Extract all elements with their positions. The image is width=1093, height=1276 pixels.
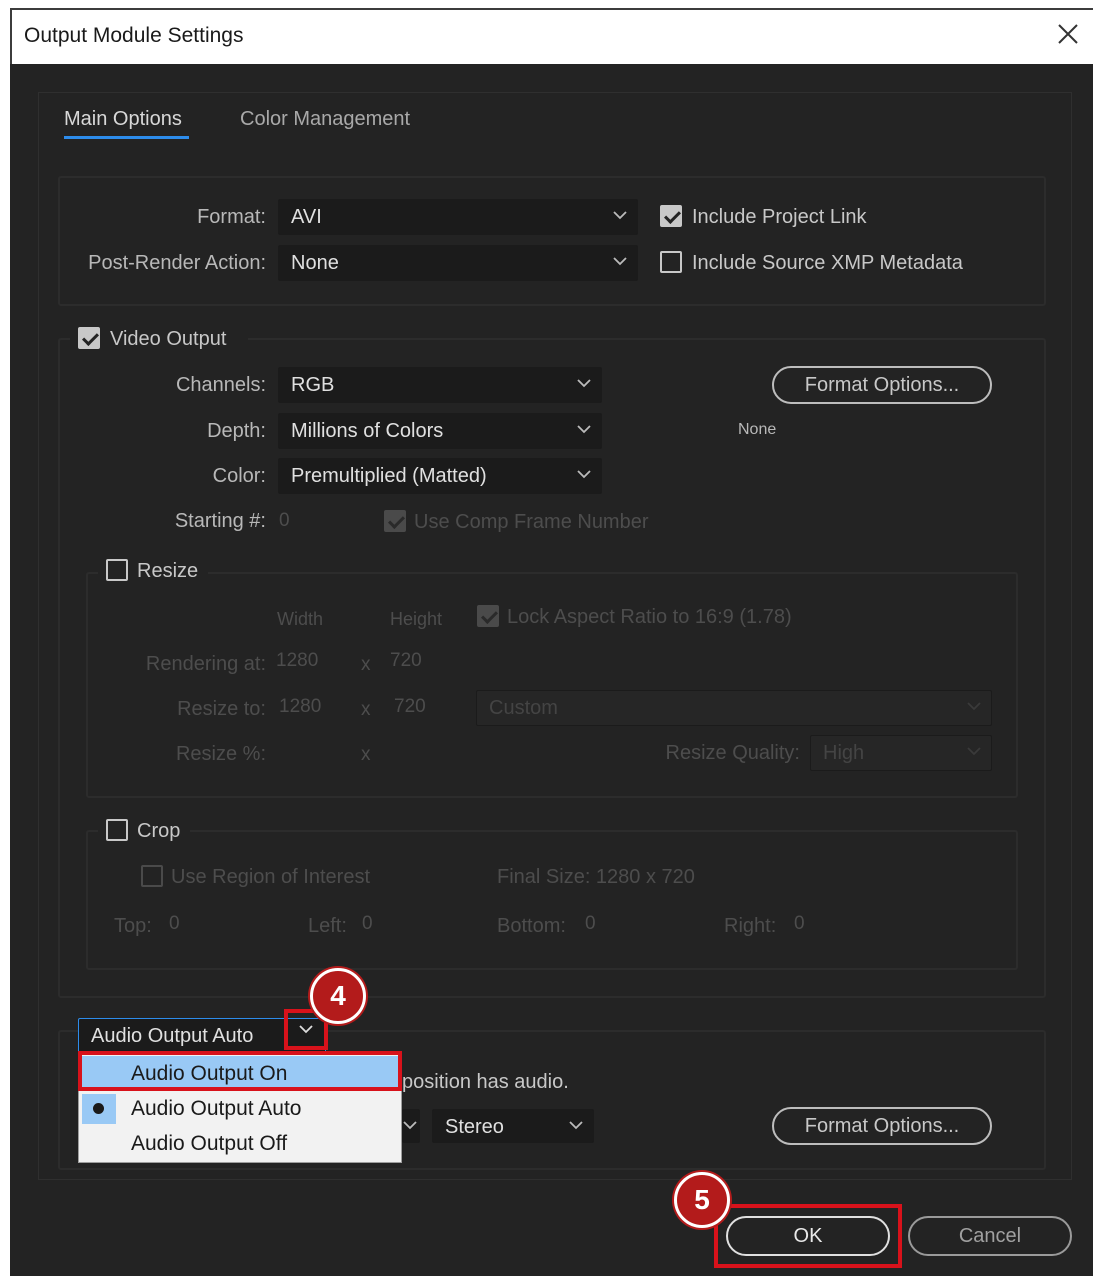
resize-label: Resize (137, 560, 199, 582)
crop-checkbox[interactable] (106, 819, 128, 841)
rendering-height: 720 (390, 650, 422, 671)
crop-group (86, 830, 1018, 970)
depth-value: Millions of Colors (291, 420, 444, 442)
use-roi-checkbox[interactable] (141, 865, 163, 887)
use-comp-frame-label: Use Comp Frame Number (414, 511, 649, 533)
chevron-down-icon (967, 747, 981, 756)
crop-bottom-label: Bottom: (497, 915, 566, 937)
menu-item-audio-output-on[interactable]: Audio Output On (131, 1062, 287, 1086)
rendering-width: 1280 (276, 650, 319, 671)
final-size-label: Final Size: 1280 x 720 (497, 866, 695, 888)
chevron-down-icon (577, 470, 591, 479)
selected-bullet-icon (93, 1103, 104, 1114)
close-icon[interactable] (1054, 20, 1082, 48)
menu-item-audio-output-auto[interactable]: Audio Output Auto (131, 1097, 301, 1121)
resize-to-x: x (361, 699, 371, 720)
include-project-link-checkbox[interactable] (660, 205, 682, 227)
format-options-note: None (738, 421, 777, 438)
step-4-badge: 4 (310, 968, 366, 1024)
video-output-label: Video Output (110, 328, 227, 350)
channels-dropdown[interactable]: RGB (278, 367, 602, 403)
crop-label: Crop (137, 820, 181, 842)
format-group (58, 176, 1046, 306)
resize-quality-dropdown[interactable]: High (810, 735, 992, 771)
crop-right-label: Right: (724, 915, 777, 937)
video-output-checkbox[interactable] (78, 327, 100, 349)
resize-preset-dropdown[interactable]: Custom (476, 690, 992, 726)
cancel-button[interactable]: Cancel (908, 1216, 1072, 1256)
crop-top-label: Top: (114, 915, 152, 937)
format-value: AVI (291, 206, 322, 228)
include-project-link-label: Include Project Link (692, 206, 867, 228)
chevron-down-icon (613, 257, 627, 266)
ok-button[interactable]: OK (726, 1216, 890, 1256)
channels-value: RGB (291, 374, 335, 396)
crop-top-value[interactable]: 0 (169, 913, 180, 935)
resize-checkbox[interactable] (106, 559, 128, 581)
width-header: Width (277, 609, 324, 629)
chevron-down-icon (403, 1121, 417, 1130)
resize-pct-x: x (361, 744, 371, 765)
audio-output-value: Audio Output Auto (91, 1025, 254, 1047)
chevron-down-icon[interactable] (298, 1024, 314, 1034)
tab-main-options[interactable]: Main Options (64, 108, 182, 131)
resize-to-label: Resize to: (177, 698, 266, 720)
crop-right-value[interactable]: 0 (794, 913, 805, 935)
tab-color-management[interactable]: Color Management (240, 108, 410, 131)
crop-left-label: Left: (308, 915, 347, 937)
post-render-dropdown[interactable]: None (278, 245, 638, 281)
resize-pct-label: Resize %: (175, 743, 266, 765)
color-label: Color: (212, 465, 266, 487)
crop-bottom-value[interactable]: 0 (585, 913, 596, 935)
include-xmp-label: Include Source XMP Metadata (692, 252, 963, 274)
tab-active-indicator (64, 136, 189, 139)
video-format-options-button[interactable]: Format Options... (772, 366, 992, 404)
resize-preset-value: Custom (489, 697, 558, 719)
depth-dropdown[interactable]: Millions of Colors (278, 413, 602, 449)
audio-format-options-button[interactable]: Format Options... (772, 1107, 992, 1145)
audio-channels-dropdown[interactable]: Stereo (432, 1109, 594, 1143)
audio-hint-text: position has audio. (402, 1071, 569, 1093)
starting-value: 0 (279, 510, 290, 531)
rendering-x: x (361, 654, 371, 675)
use-roi-label: Use Region of Interest (171, 866, 370, 888)
color-dropdown[interactable]: Premultiplied (Matted) (278, 458, 602, 494)
depth-label: Depth: (207, 420, 266, 442)
chevron-down-icon (577, 425, 591, 434)
resize-quality-label: Resize Quality: (665, 742, 801, 764)
step-5-badge: 5 (674, 1172, 730, 1228)
resize-quality-value: High (823, 742, 865, 764)
crop-left-value[interactable]: 0 (362, 913, 373, 935)
chevron-down-icon (569, 1121, 583, 1130)
height-header: Height (390, 609, 443, 629)
starting-label: Starting #: (174, 510, 266, 532)
chevron-down-icon (577, 379, 591, 388)
color-value: Premultiplied (Matted) (291, 465, 487, 487)
post-render-value: None (291, 252, 339, 274)
resize-to-width[interactable]: 1280 (279, 696, 321, 718)
rendering-at-label: Rendering at: (145, 653, 266, 675)
resize-to-height[interactable]: 720 (394, 696, 426, 718)
use-comp-frame-checkbox[interactable] (384, 510, 406, 532)
audio-channels-value: Stereo (445, 1116, 504, 1138)
lock-aspect-checkbox[interactable] (477, 605, 499, 627)
menu-item-audio-output-off[interactable]: Audio Output Off (131, 1132, 287, 1156)
window-title: Output Module Settings (24, 24, 244, 47)
include-xmp-checkbox[interactable] (660, 251, 682, 273)
chevron-down-icon (613, 211, 627, 220)
lock-aspect-label: Lock Aspect Ratio to 16:9 (1.78) (507, 606, 792, 628)
format-label: Format: (197, 206, 266, 228)
format-dropdown[interactable]: AVI (278, 199, 638, 235)
chevron-down-icon (967, 702, 981, 711)
audio-rate-dropdown-edge[interactable] (402, 1109, 420, 1143)
post-render-label: Post-Render Action: (88, 252, 266, 274)
channels-label: Channels: (175, 374, 266, 396)
